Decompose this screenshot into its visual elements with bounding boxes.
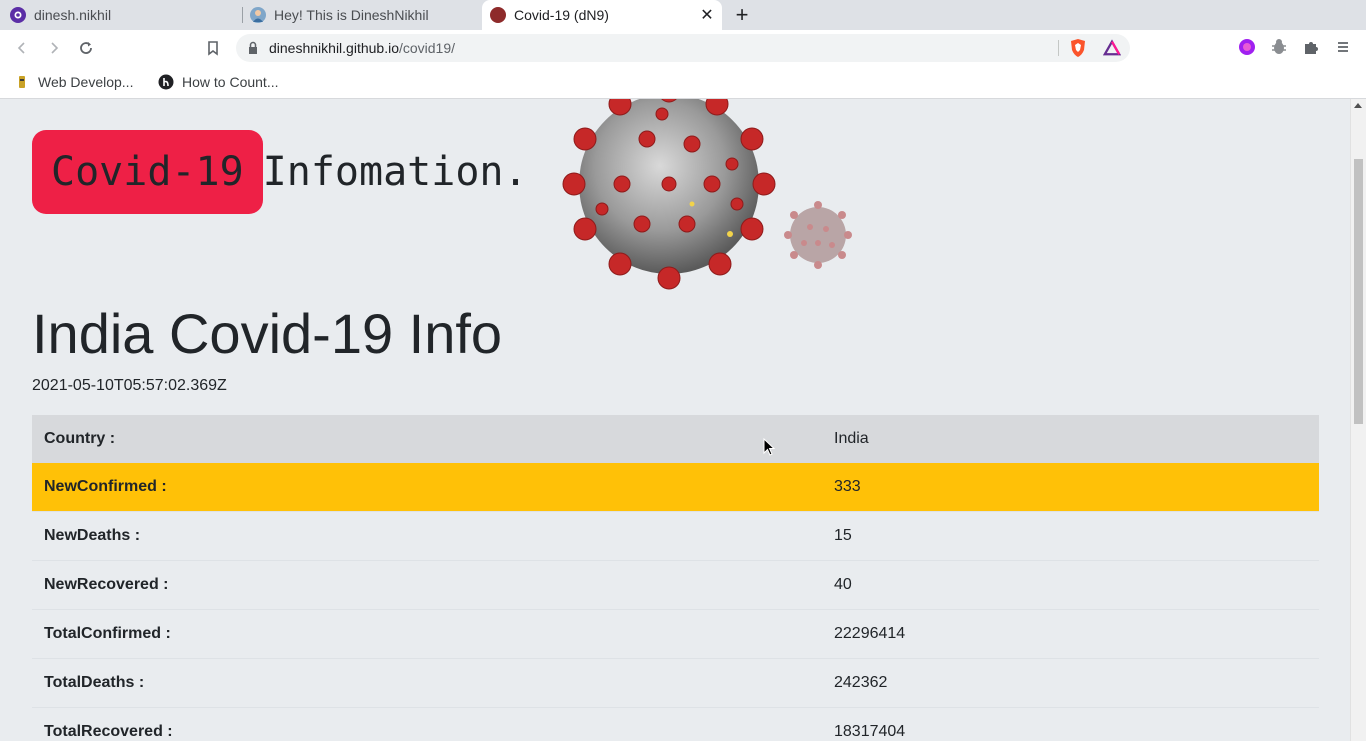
url-path: /covid19/ [398, 40, 456, 56]
tab-covid19[interactable]: Covid-19 (dN9) ✕ [482, 0, 722, 30]
scrollbar-thumb[interactable] [1354, 159, 1363, 424]
brave-shields-icon[interactable] [1069, 39, 1087, 57]
extension-icon[interactable] [1238, 38, 1256, 56]
bookmark-web-develop[interactable]: Web Develop... [14, 72, 133, 92]
coronavirus-image [562, 99, 776, 290]
extensions-puzzle-icon[interactable] [1302, 38, 1320, 56]
covid-badge: Covid-19 [32, 130, 263, 214]
row-key: NewRecovered : [32, 560, 822, 610]
row-value: 22296414 [822, 609, 1319, 659]
new-tab-button[interactable]: + [731, 2, 753, 27]
mouse-cursor-icon [763, 438, 775, 456]
bookmark-button[interactable] [201, 37, 225, 59]
url-host: dineshnikhil.github.io [269, 40, 399, 56]
table-row-total-confirmed: TotalConfirmed : 22296414 [32, 609, 1319, 659]
bookmark-label: Web Develop... [38, 74, 134, 90]
scroll-up-arrow-icon[interactable] [1354, 103, 1362, 108]
row-key: NewDeaths : [32, 511, 822, 561]
lock-icon [249, 41, 257, 54]
browser-toolbar: dineshnikhil.github.io/covid19/ [0, 30, 1366, 66]
tab-label: Covid-19 (dN9) [514, 7, 609, 23]
table-row-total-deaths: TotalDeaths : 242362 [32, 658, 1319, 708]
page-viewport: Covid-19 Infomation. India Covid-19 Info… [0, 99, 1366, 741]
table-row-new-confirmed: NewConfirmed : 333 [32, 463, 1319, 512]
bookmark-label: How to Count... [182, 74, 279, 90]
row-key: TotalDeaths : [32, 658, 822, 708]
reload-icon [80, 42, 92, 54]
back-button[interactable] [10, 37, 34, 59]
covid-info-table: Country : India NewConfirmed : 333 NewDe… [32, 415, 1319, 741]
table-row-country: Country : India [32, 415, 1319, 463]
table-row-new-deaths: NewDeaths : 15 [32, 511, 1319, 561]
last-updated-timestamp: 2021-05-10T05:57:02.369Z [32, 377, 227, 394]
row-key: Country : [32, 415, 822, 463]
bug-extension-icon[interactable] [1270, 38, 1288, 56]
avatar-icon [250, 7, 266, 23]
bookmark-favicon-icon [158, 74, 174, 90]
tab-label: dinesh.nikhil [34, 7, 112, 23]
row-key: TotalRecovered : [32, 707, 822, 741]
page-heading: India Covid-19 Info [32, 302, 503, 365]
row-value: 40 [822, 560, 1319, 610]
address-bar[interactable]: dineshnikhil.github.io/covid19/ [236, 34, 1130, 62]
bookmark-icon [208, 40, 218, 56]
tab-dinesh-nikhil[interactable]: dinesh.nikhil [10, 0, 240, 30]
virus-icon [490, 7, 506, 23]
arrow-right-icon [51, 42, 59, 54]
tab-strip: dinesh.nikhil Hey! This is DineshNikhil … [0, 0, 1366, 30]
row-key: TotalConfirmed : [32, 609, 822, 659]
brave-rewards-icon[interactable] [1103, 39, 1121, 57]
row-value: 242362 [822, 658, 1319, 708]
github-icon [10, 7, 26, 23]
arrow-left-icon [17, 42, 25, 54]
bookmark-how-to-count[interactable]: How to Count... [158, 72, 279, 92]
hero-title: Covid-19 Infomation. [32, 130, 528, 214]
hero-text: Infomation. [262, 149, 528, 195]
row-value: 18317404 [822, 707, 1319, 741]
menu-icon[interactable] [1334, 38, 1352, 56]
tab-portfolio[interactable]: Hey! This is DineshNikhil [250, 0, 480, 30]
table-row-total-recovered: TotalRecovered : 18317404 [32, 707, 1319, 741]
table-row-new-recovered: NewRecovered : 40 [32, 560, 1319, 610]
row-value: 333 [822, 463, 1319, 512]
vertical-scrollbar[interactable] [1350, 99, 1366, 741]
tab-label: Hey! This is DineshNikhil [274, 7, 429, 23]
row-value: India [822, 415, 1319, 463]
row-value: 15 [822, 511, 1319, 561]
reload-button[interactable] [74, 37, 98, 59]
forward-button[interactable] [42, 37, 66, 59]
tab-separator [242, 7, 243, 23]
url-text: dineshnikhil.github.io/covid19/ [269, 40, 455, 56]
bookmark-favicon-icon [14, 74, 30, 90]
row-key: NewConfirmed : [32, 463, 822, 512]
small-coronavirus-image [784, 201, 852, 269]
close-tab-icon[interactable]: ✕ [698, 6, 716, 24]
bookmarks-bar: Web Develop... How to Count... [0, 66, 1366, 99]
omnibox-divider [1058, 40, 1059, 56]
